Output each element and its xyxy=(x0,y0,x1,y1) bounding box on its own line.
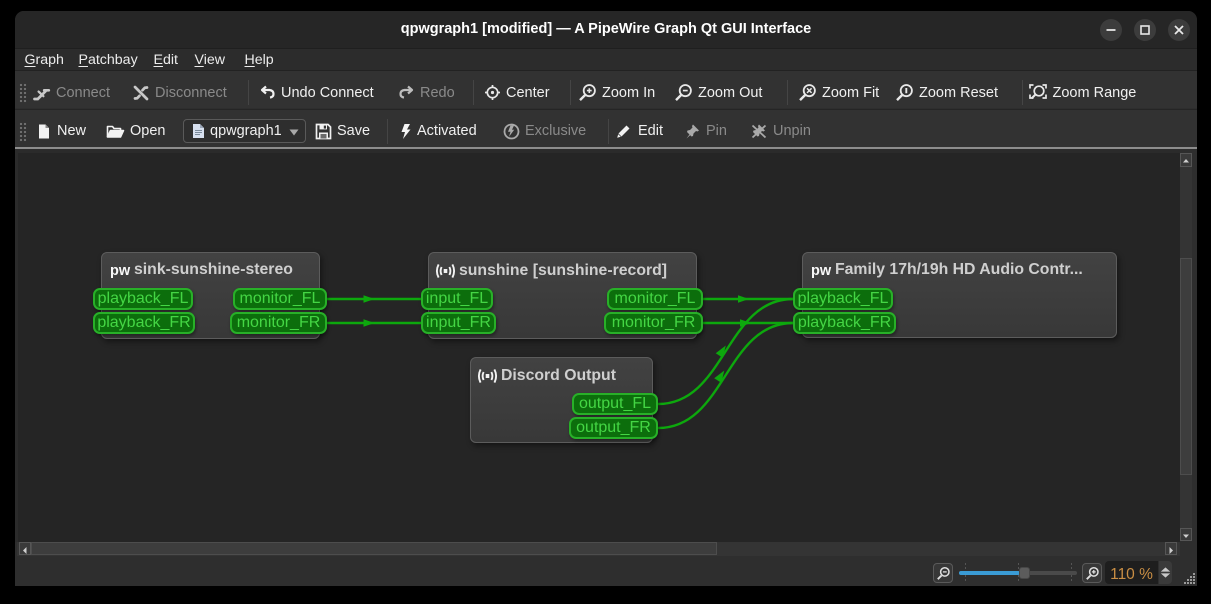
svg-text:pw: pw xyxy=(110,263,131,278)
svg-text:pw: pw xyxy=(811,263,832,278)
